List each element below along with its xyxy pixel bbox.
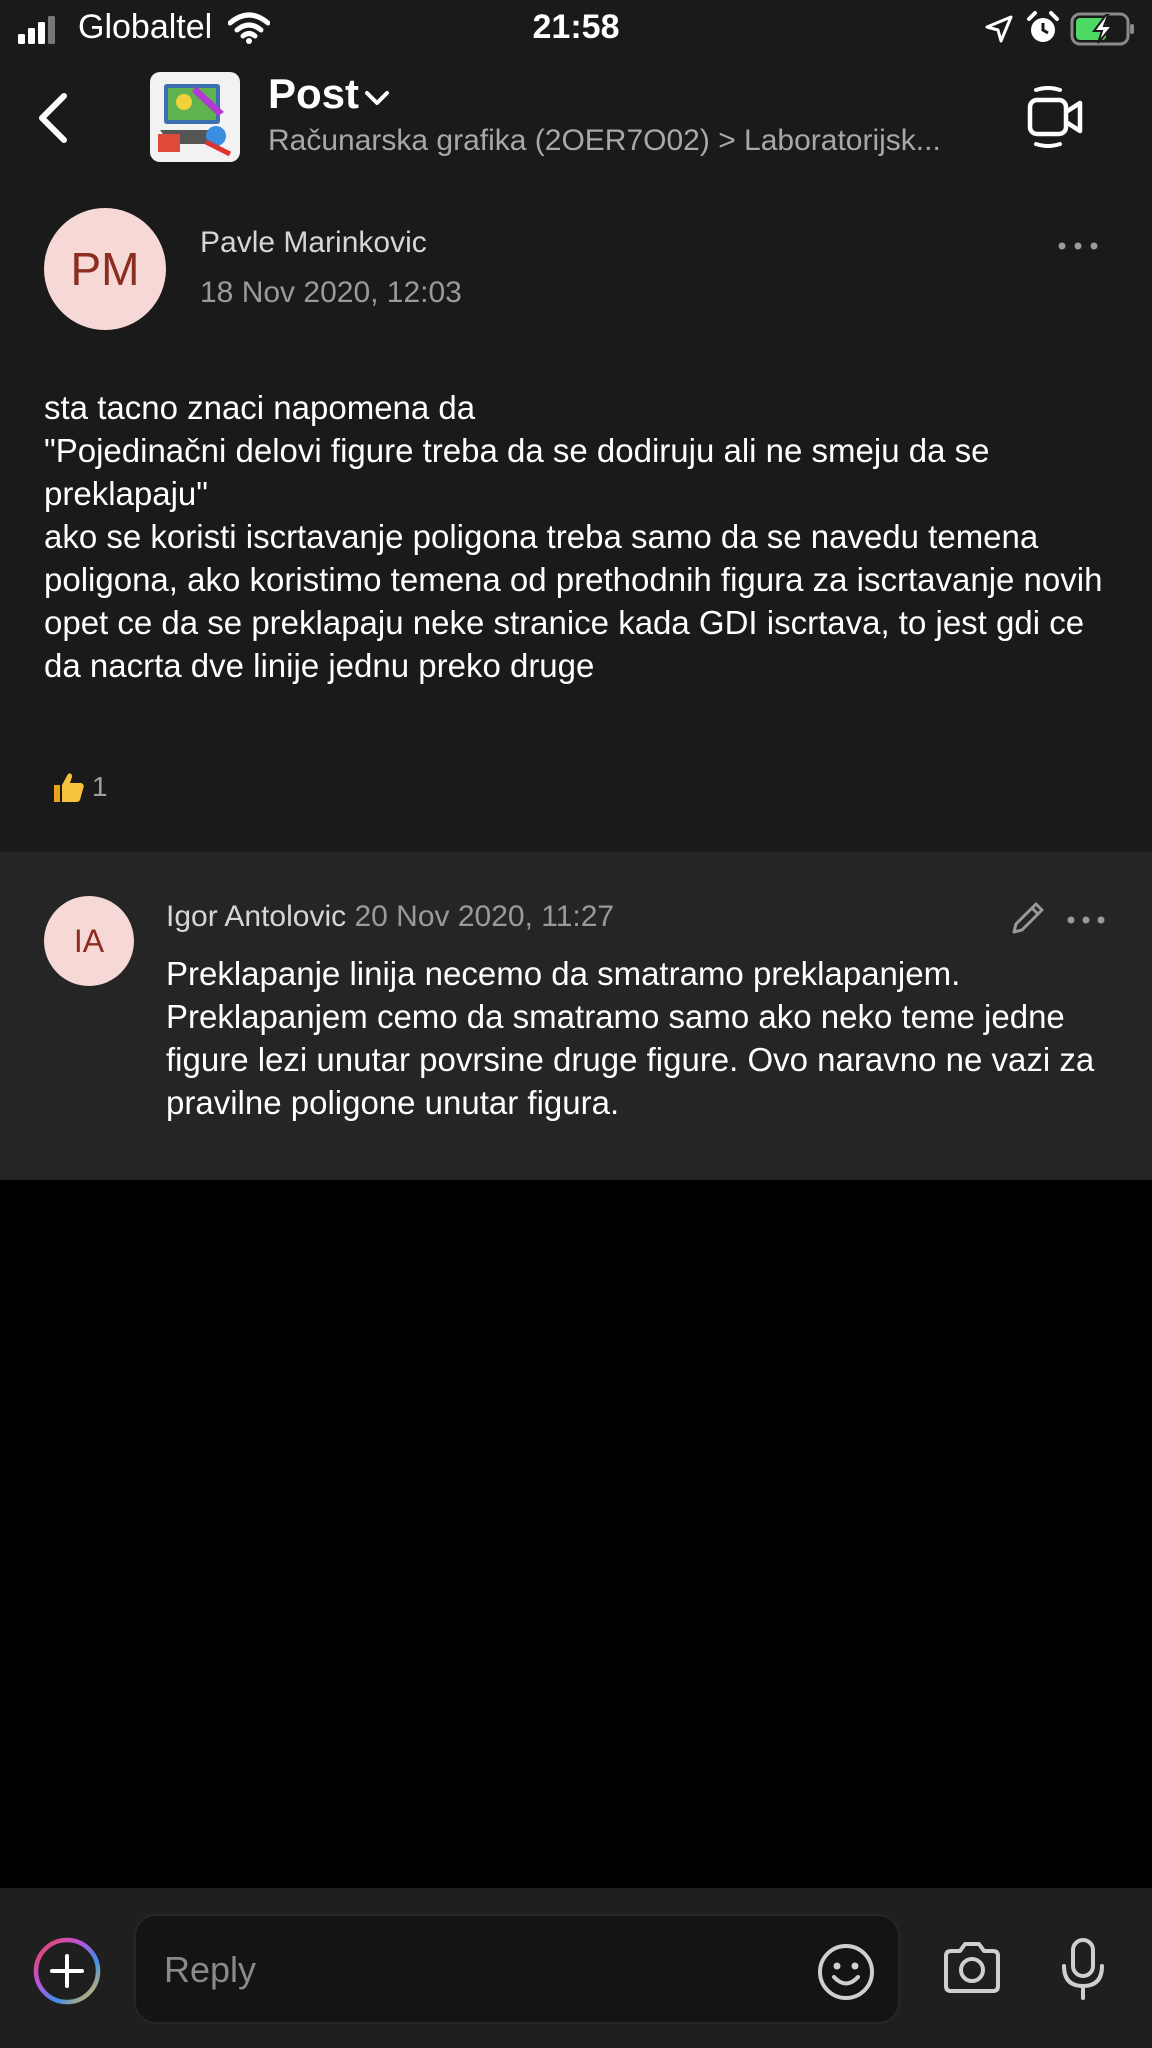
reply-field[interactable] <box>134 1914 900 2024</box>
post-body: sta tacno znaci napomena da "Pojedinačni… <box>44 389 1103 684</box>
reply-body: Preklapanje linija necemo da smatramo pr… <box>166 955 1095 1121</box>
breadcrumb[interactable]: Računarska grafika (2OER7O02) > Laborato… <box>268 124 998 158</box>
add-button[interactable] <box>32 1936 102 2006</box>
page-title[interactable]: Post <box>268 70 359 118</box>
avatar[interactable]: IA <box>44 896 134 986</box>
alarm-icon <box>1027 11 1059 42</box>
status-bar: Globaltel 21:58 <box>0 0 1152 58</box>
video-call-button[interactable] <box>1024 86 1086 148</box>
camera-icon[interactable] <box>942 1940 1002 1996</box>
app-header: Post Računarska grafika (2OER7O02) > Lab… <box>0 58 1152 182</box>
pencil-icon[interactable] <box>1008 898 1048 938</box>
reply-card: IA Igor Antolovic 20 Nov 2020, 11:27 Pre… <box>0 852 1152 1180</box>
reply-header: Igor Antolovic 20 Nov 2020, 11:27 <box>166 900 614 934</box>
emoji-icon[interactable] <box>816 1942 876 2002</box>
team-thumbnail[interactable] <box>150 72 240 162</box>
chevron-down-icon[interactable] <box>364 88 390 108</box>
post-card: PM Pavle Marinkovic 18 Nov 2020, 12:03 s… <box>0 182 1152 852</box>
team-image <box>150 72 240 162</box>
microphone-icon[interactable] <box>1058 1936 1108 2002</box>
reply-composer <box>0 1888 1152 2048</box>
thumbs-up-icon <box>54 773 84 802</box>
reply-input[interactable] <box>162 1916 726 2024</box>
more-options-icon[interactable] <box>1066 914 1106 926</box>
avatar[interactable]: PM <box>44 208 166 330</box>
reaction-count: 1 <box>92 771 108 802</box>
back-button[interactable] <box>26 86 82 150</box>
location-icon <box>985 15 1013 43</box>
post-author[interactable]: Pavle Marinkovic <box>200 226 427 260</box>
more-options-icon[interactable] <box>1056 240 1100 252</box>
reply-author[interactable]: Igor Antolovic <box>166 900 346 933</box>
clock: 21:58 <box>532 8 620 46</box>
reaction-like[interactable]: 1 <box>50 766 108 808</box>
post-timestamp: 18 Nov 2020, 12:03 <box>200 276 462 309</box>
reply-timestamp: 20 Nov 2020, 11:27 <box>354 900 615 933</box>
avatar-initials: IA <box>73 922 105 959</box>
battery-icon <box>1070 12 1134 46</box>
avatar-initials: PM <box>70 243 140 295</box>
